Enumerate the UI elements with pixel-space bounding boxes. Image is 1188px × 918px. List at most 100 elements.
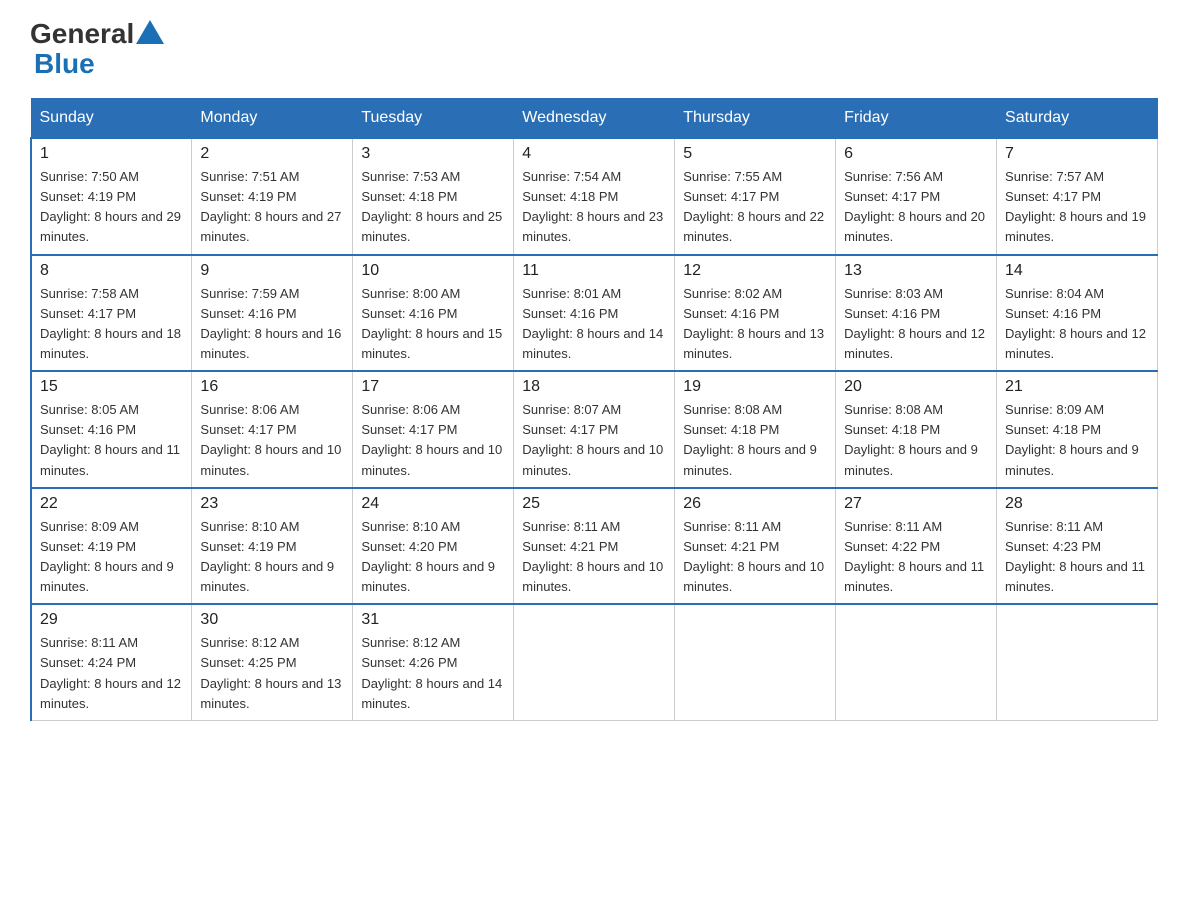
day-info: Sunrise: 8:06 AMSunset: 4:17 PMDaylight:… — [200, 402, 341, 477]
calendar-cell: 27 Sunrise: 8:11 AMSunset: 4:22 PMDaylig… — [836, 488, 997, 605]
day-number: 19 — [683, 378, 827, 396]
day-info: Sunrise: 8:01 AMSunset: 4:16 PMDaylight:… — [522, 286, 663, 361]
day-number: 30 — [200, 611, 344, 629]
day-number: 5 — [683, 145, 827, 163]
logo-triangle-icon — [136, 20, 164, 44]
day-number: 10 — [361, 262, 505, 280]
calendar-cell: 4 Sunrise: 7:54 AMSunset: 4:18 PMDayligh… — [514, 138, 675, 255]
calendar-cell: 23 Sunrise: 8:10 AMSunset: 4:19 PMDaylig… — [192, 488, 353, 605]
day-number: 22 — [40, 495, 183, 513]
day-number: 21 — [1005, 378, 1149, 396]
day-info: Sunrise: 7:59 AMSunset: 4:16 PMDaylight:… — [200, 286, 341, 361]
calendar-cell: 21 Sunrise: 8:09 AMSunset: 4:18 PMDaylig… — [997, 371, 1158, 488]
day-info: Sunrise: 8:04 AMSunset: 4:16 PMDaylight:… — [1005, 286, 1146, 361]
day-number: 17 — [361, 378, 505, 396]
day-number: 23 — [200, 495, 344, 513]
day-info: Sunrise: 7:54 AMSunset: 4:18 PMDaylight:… — [522, 169, 663, 244]
day-number: 7 — [1005, 145, 1149, 163]
day-info: Sunrise: 8:11 AMSunset: 4:21 PMDaylight:… — [522, 519, 663, 594]
calendar-cell: 24 Sunrise: 8:10 AMSunset: 4:20 PMDaylig… — [353, 488, 514, 605]
day-info: Sunrise: 8:12 AMSunset: 4:26 PMDaylight:… — [361, 635, 502, 710]
day-info: Sunrise: 8:11 AMSunset: 4:23 PMDaylight:… — [1005, 519, 1145, 594]
day-number: 13 — [844, 262, 988, 280]
day-number: 31 — [361, 611, 505, 629]
day-number: 29 — [40, 611, 183, 629]
calendar-cell: 28 Sunrise: 8:11 AMSunset: 4:23 PMDaylig… — [997, 488, 1158, 605]
day-info: Sunrise: 7:57 AMSunset: 4:17 PMDaylight:… — [1005, 169, 1146, 244]
day-number: 28 — [1005, 495, 1149, 513]
weekday-header-saturday: Saturday — [997, 99, 1158, 139]
day-number: 11 — [522, 262, 666, 280]
calendar-cell: 14 Sunrise: 8:04 AMSunset: 4:16 PMDaylig… — [997, 255, 1158, 372]
day-info: Sunrise: 8:06 AMSunset: 4:17 PMDaylight:… — [361, 402, 502, 477]
calendar-week-row: 1 Sunrise: 7:50 AMSunset: 4:19 PMDayligh… — [31, 138, 1158, 255]
calendar-cell: 17 Sunrise: 8:06 AMSunset: 4:17 PMDaylig… — [353, 371, 514, 488]
calendar-cell: 12 Sunrise: 8:02 AMSunset: 4:16 PMDaylig… — [675, 255, 836, 372]
calendar-cell — [836, 604, 997, 720]
calendar-cell: 10 Sunrise: 8:00 AMSunset: 4:16 PMDaylig… — [353, 255, 514, 372]
calendar-cell: 15 Sunrise: 8:05 AMSunset: 4:16 PMDaylig… — [31, 371, 192, 488]
day-info: Sunrise: 8:12 AMSunset: 4:25 PMDaylight:… — [200, 635, 341, 710]
calendar-week-row: 8 Sunrise: 7:58 AMSunset: 4:17 PMDayligh… — [31, 255, 1158, 372]
day-info: Sunrise: 8:00 AMSunset: 4:16 PMDaylight:… — [361, 286, 502, 361]
calendar-cell: 31 Sunrise: 8:12 AMSunset: 4:26 PMDaylig… — [353, 604, 514, 720]
day-info: Sunrise: 8:08 AMSunset: 4:18 PMDaylight:… — [683, 402, 817, 477]
day-info: Sunrise: 8:08 AMSunset: 4:18 PMDaylight:… — [844, 402, 978, 477]
day-number: 15 — [40, 378, 183, 396]
day-info: Sunrise: 8:03 AMSunset: 4:16 PMDaylight:… — [844, 286, 985, 361]
calendar-cell: 30 Sunrise: 8:12 AMSunset: 4:25 PMDaylig… — [192, 604, 353, 720]
day-number: 27 — [844, 495, 988, 513]
weekday-header-thursday: Thursday — [675, 99, 836, 139]
day-info: Sunrise: 7:53 AMSunset: 4:18 PMDaylight:… — [361, 169, 502, 244]
day-number: 6 — [844, 145, 988, 163]
weekday-header-wednesday: Wednesday — [514, 99, 675, 139]
calendar-cell: 19 Sunrise: 8:08 AMSunset: 4:18 PMDaylig… — [675, 371, 836, 488]
day-number: 4 — [522, 145, 666, 163]
calendar-cell: 13 Sunrise: 8:03 AMSunset: 4:16 PMDaylig… — [836, 255, 997, 372]
calendar-cell: 2 Sunrise: 7:51 AMSunset: 4:19 PMDayligh… — [192, 138, 353, 255]
day-info: Sunrise: 7:56 AMSunset: 4:17 PMDaylight:… — [844, 169, 985, 244]
day-info: Sunrise: 8:07 AMSunset: 4:17 PMDaylight:… — [522, 402, 663, 477]
logo-blue-text: Blue — [34, 48, 95, 80]
day-number: 1 — [40, 145, 183, 163]
day-info: Sunrise: 8:09 AMSunset: 4:19 PMDaylight:… — [40, 519, 174, 594]
day-number: 14 — [1005, 262, 1149, 280]
day-number: 2 — [200, 145, 344, 163]
calendar-cell: 8 Sunrise: 7:58 AMSunset: 4:17 PMDayligh… — [31, 255, 192, 372]
calendar-week-row: 15 Sunrise: 8:05 AMSunset: 4:16 PMDaylig… — [31, 371, 1158, 488]
logo-general-text: General — [30, 20, 134, 48]
day-number: 8 — [40, 262, 183, 280]
calendar-cell: 3 Sunrise: 7:53 AMSunset: 4:18 PMDayligh… — [353, 138, 514, 255]
calendar-cell: 7 Sunrise: 7:57 AMSunset: 4:17 PMDayligh… — [997, 138, 1158, 255]
calendar-cell — [997, 604, 1158, 720]
day-number: 24 — [361, 495, 505, 513]
calendar-cell: 20 Sunrise: 8:08 AMSunset: 4:18 PMDaylig… — [836, 371, 997, 488]
calendar-cell — [675, 604, 836, 720]
day-number: 3 — [361, 145, 505, 163]
weekday-header-sunday: Sunday — [31, 99, 192, 139]
calendar-cell: 9 Sunrise: 7:59 AMSunset: 4:16 PMDayligh… — [192, 255, 353, 372]
calendar-cell: 5 Sunrise: 7:55 AMSunset: 4:17 PMDayligh… — [675, 138, 836, 255]
day-number: 16 — [200, 378, 344, 396]
weekday-header-monday: Monday — [192, 99, 353, 139]
day-number: 25 — [522, 495, 666, 513]
calendar-week-row: 22 Sunrise: 8:09 AMSunset: 4:19 PMDaylig… — [31, 488, 1158, 605]
day-info: Sunrise: 8:11 AMSunset: 4:24 PMDaylight:… — [40, 635, 181, 710]
header: General Blue — [30, 20, 1158, 80]
day-info: Sunrise: 8:05 AMSunset: 4:16 PMDaylight:… — [40, 402, 180, 477]
calendar-cell — [514, 604, 675, 720]
day-info: Sunrise: 8:11 AMSunset: 4:21 PMDaylight:… — [683, 519, 824, 594]
day-info: Sunrise: 8:10 AMSunset: 4:19 PMDaylight:… — [200, 519, 334, 594]
day-number: 20 — [844, 378, 988, 396]
weekday-header-row: SundayMondayTuesdayWednesdayThursdayFrid… — [31, 99, 1158, 139]
calendar-cell: 18 Sunrise: 8:07 AMSunset: 4:17 PMDaylig… — [514, 371, 675, 488]
calendar-cell: 11 Sunrise: 8:01 AMSunset: 4:16 PMDaylig… — [514, 255, 675, 372]
calendar-table: SundayMondayTuesdayWednesdayThursdayFrid… — [30, 98, 1158, 721]
day-info: Sunrise: 7:55 AMSunset: 4:17 PMDaylight:… — [683, 169, 824, 244]
weekday-header-friday: Friday — [836, 99, 997, 139]
day-info: Sunrise: 8:09 AMSunset: 4:18 PMDaylight:… — [1005, 402, 1139, 477]
day-info: Sunrise: 7:51 AMSunset: 4:19 PMDaylight:… — [200, 169, 341, 244]
day-info: Sunrise: 8:11 AMSunset: 4:22 PMDaylight:… — [844, 519, 984, 594]
calendar-cell: 1 Sunrise: 7:50 AMSunset: 4:19 PMDayligh… — [31, 138, 192, 255]
calendar-cell: 25 Sunrise: 8:11 AMSunset: 4:21 PMDaylig… — [514, 488, 675, 605]
